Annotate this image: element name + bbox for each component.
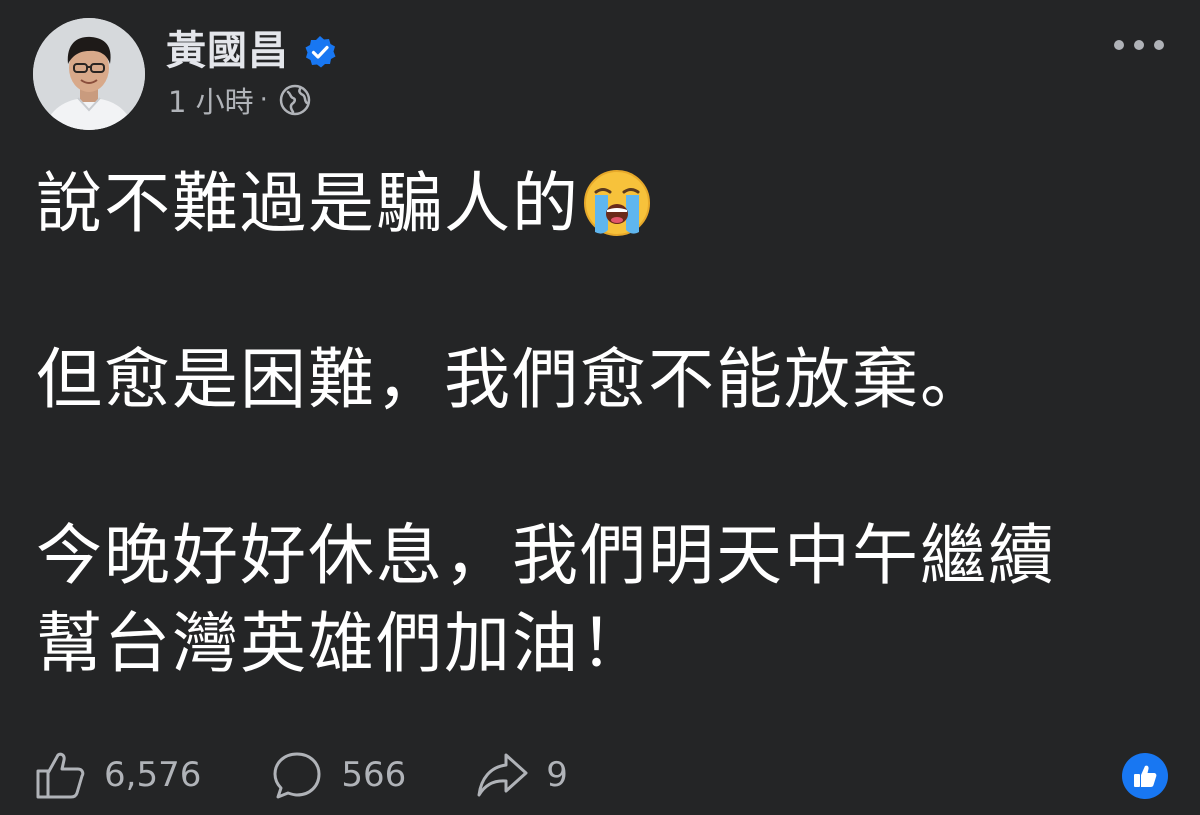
more-options-button[interactable] (1114, 30, 1164, 60)
like-reaction-icon[interactable] (1122, 753, 1168, 799)
facebook-post: 黃國昌 1 小時 · 說不難過是騙人的 但愈是困難，我們愈不能放棄。 今晚好好休… (0, 0, 1200, 815)
globe-icon (279, 84, 311, 116)
post-actions: 6,576 566 9 (34, 743, 638, 807)
verified-badge-icon (305, 36, 336, 68)
avatar-photo (33, 18, 145, 130)
post-meta: 1 小時 · (168, 80, 312, 120)
meta-separator: · (259, 85, 268, 115)
comment-count: 566 (341, 755, 407, 795)
share-count: 9 (546, 755, 568, 795)
post-line: 今晚好好休息，我們明天中午繼續 (36, 517, 1056, 594)
author-name[interactable]: 黃國昌 (166, 26, 289, 76)
comment-button[interactable]: 566 (271, 749, 406, 801)
more-dot-icon (1114, 40, 1124, 50)
more-dot-icon (1154, 40, 1164, 50)
post-line: 說不難過是騙人的 (36, 160, 1176, 248)
post-line-text: 說不難過是騙人的 (36, 165, 580, 242)
share-arrow-icon (477, 753, 528, 797)
post-line: 但愈是困難，我們愈不能放棄。 (36, 341, 988, 418)
post-body: 說不難過是騙人的 但愈是困難，我們愈不能放棄。 今晚好好休息，我們明天中午繼續 … (36, 160, 1176, 688)
like-count: 6,576 (104, 755, 202, 795)
like-button[interactable]: 6,576 (34, 749, 201, 801)
thumbs-up-icon (36, 752, 85, 799)
more-dot-icon (1134, 40, 1144, 50)
comment-bubble-icon (273, 752, 321, 799)
share-button[interactable]: 9 (476, 749, 568, 801)
post-timestamp[interactable]: 1 小時 (168, 79, 254, 121)
author-avatar[interactable] (33, 18, 145, 130)
post-line: 幫台灣英雄們加油！ (36, 605, 648, 682)
thumbs-up-filled-icon (1134, 765, 1157, 787)
loudly-crying-face-emoji (584, 170, 650, 236)
